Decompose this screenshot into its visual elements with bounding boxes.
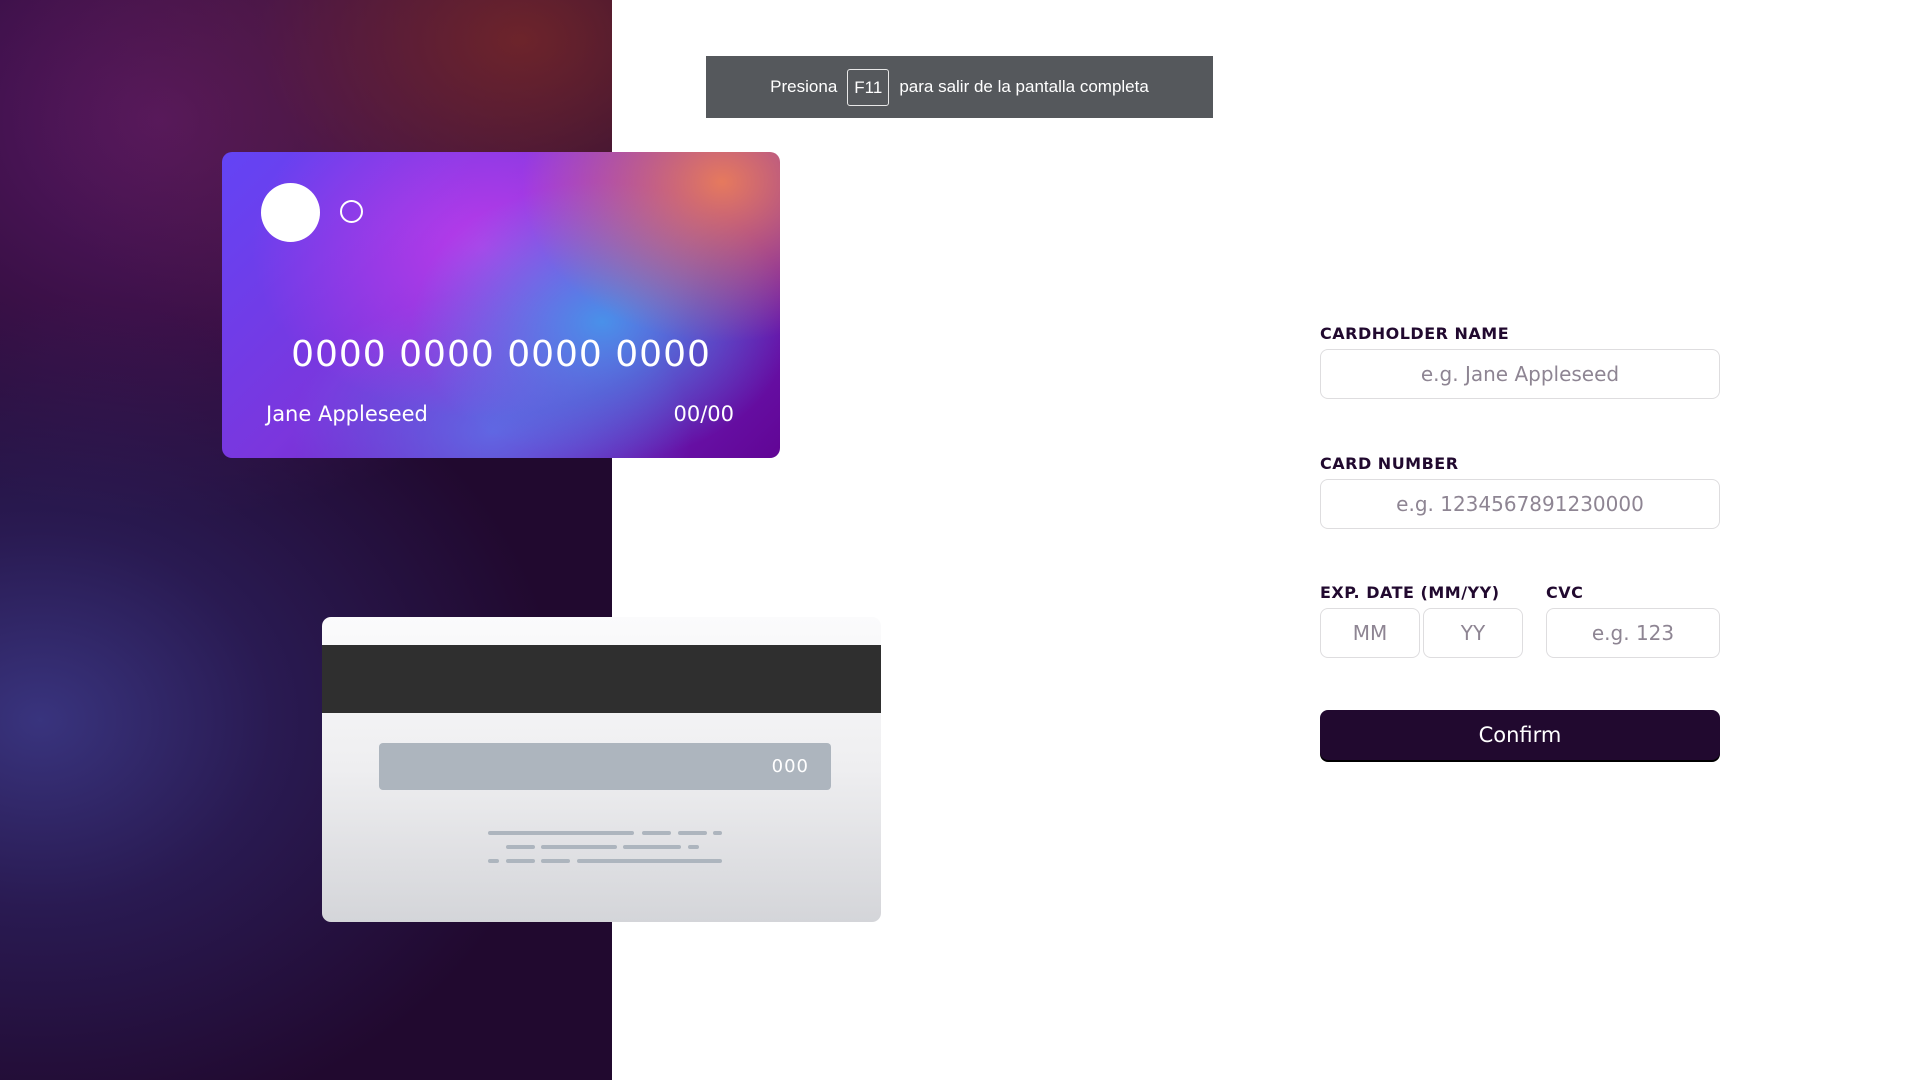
card-logo-circle-filled-icon (261, 183, 320, 242)
card-back: 000 (322, 617, 881, 922)
cvc-input[interactable] (1546, 608, 1720, 658)
card-back-decoration-lines (488, 831, 722, 873)
magnetic-stripe (322, 645, 881, 713)
cardholder-name-group: CARDHOLDER NAME (1320, 324, 1720, 399)
card-front: 0000 0000 0000 0000 Jane Appleseed 00/00 (222, 152, 780, 458)
cardholder-name-display: Jane Appleseed (266, 402, 428, 426)
cvc-group: CVC (1546, 583, 1720, 658)
confirm-button[interactable]: Confirm (1320, 710, 1720, 760)
exp-date-group: EXP. DATE (MM/YY) (1320, 583, 1525, 658)
card-number-display: 0000 0000 0000 0000 (291, 334, 711, 375)
card-cvc-value: 000 (771, 756, 809, 777)
card-logo-circle-outline-icon (340, 200, 363, 223)
f11-key: F11 (847, 68, 890, 106)
exp-year-input[interactable] (1423, 608, 1523, 658)
card-number-input[interactable] (1320, 479, 1720, 529)
cvc-label: CVC (1546, 583, 1584, 602)
card-number-group: CARD NUMBER (1320, 454, 1720, 529)
banner-text-after: para salir de la pantalla completa (899, 77, 1149, 96)
exp-date-label: EXP. DATE (MM/YY) (1320, 583, 1500, 602)
cardholder-name-input[interactable] (1320, 349, 1720, 399)
exp-month-input[interactable] (1320, 608, 1420, 658)
card-expiry-display: 00/00 (673, 402, 734, 426)
card-cvc-display: 000 (379, 743, 831, 790)
fullscreen-banner: Presiona F11 para salir de la pantalla c… (706, 56, 1213, 118)
card-number-label: CARD NUMBER (1320, 454, 1459, 473)
cardholder-name-label: CARDHOLDER NAME (1320, 324, 1510, 343)
banner-text-before: Presiona (770, 77, 838, 96)
